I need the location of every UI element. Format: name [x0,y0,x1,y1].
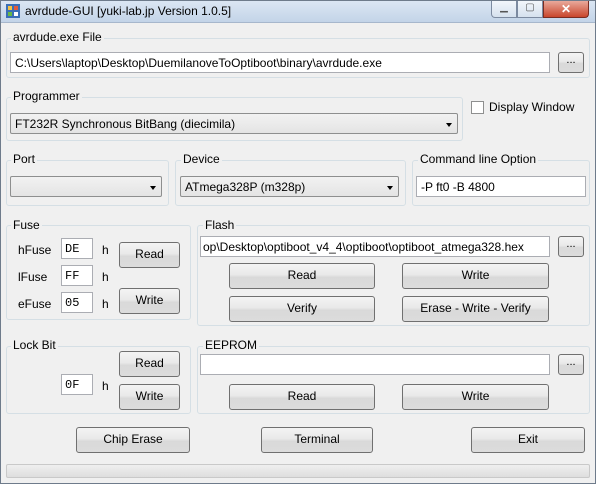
eeprom-read-button[interactable]: Read [229,384,375,410]
flash-browse-button[interactable]: ... [558,236,584,257]
hfuse-label: hFuse [18,243,52,257]
chevron-down-icon [150,186,156,190]
exit-button[interactable]: Exit [471,427,585,453]
hfuse-field[interactable]: DE [61,238,93,259]
display-window-checkbox[interactable] [471,101,484,114]
lock-bit-write-button[interactable]: Write [119,384,180,410]
avrdude-browse-button[interactable]: ... [558,52,584,73]
flash-erase-write-verify-button[interactable]: Erase - Write - Verify [402,296,549,322]
flash-path-field[interactable]: op\Desktop\optiboot_v4_4\optiboot\optibo… [200,236,550,257]
programmer-select[interactable]: FT232R Synchronous BitBang (diecimila) [10,113,458,134]
device-selected-value: ATmega328P (m328p) [185,180,306,194]
eeprom-write-button[interactable]: Write [402,384,549,410]
lfuse-label: lFuse [18,270,48,284]
fuse-read-button[interactable]: Read [119,242,180,268]
flash-read-button[interactable]: Read [229,263,375,289]
port-select[interactable] [10,176,162,197]
programmer-selected-value: FT232R Synchronous BitBang (diecimila) [15,117,236,131]
eeprom-path-field[interactable] [200,354,550,375]
minimize-icon: ▁ [500,2,508,13]
close-icon: ✕ [560,2,572,16]
eeprom-group-label: EEPROM [203,338,260,352]
display-window-label[interactable]: Display Window [489,100,574,114]
maximize-button[interactable]: ▢ [517,1,543,18]
flash-group-label: Flash [203,218,237,232]
lock-bit-group-label: Lock Bit [11,338,58,352]
chip-erase-button[interactable]: Chip Erase [76,427,190,453]
avrdude-file-group-label: avrdude.exe File [11,30,104,44]
lock-bit-hex-suffix: h [102,379,109,393]
flash-write-button[interactable]: Write [402,263,549,289]
device-group-label: Device [181,152,222,166]
command-line-field[interactable]: -P ft0 -B 4800 [416,176,586,197]
efuse-field[interactable]: 05 [61,292,93,313]
hfuse-hex-suffix: h [102,243,109,257]
title-bar[interactable]: avrdude-GUI [yuki-lab.jp Version 1.0.5] … [1,1,595,23]
maximize-icon: ▢ [525,2,535,13]
chevron-down-icon [387,186,393,190]
programmer-group-label: Programmer [11,89,82,103]
device-select[interactable]: ATmega328P (m328p) [180,176,399,197]
port-group-label: Port [11,152,38,166]
lock-bit-field[interactable]: 0F [61,374,93,395]
progress-bar [6,464,590,478]
minimize-button[interactable]: ▁ [491,1,517,18]
main-window: avrdude-GUI [yuki-lab.jp Version 1.0.5] … [0,0,596,484]
efuse-hex-suffix: h [102,297,109,311]
lfuse-hex-suffix: h [102,270,109,284]
eeprom-browse-button[interactable]: ... [558,354,584,375]
flash-verify-button[interactable]: Verify [229,296,375,322]
avrdude-path-field[interactable]: C:\Users\laptop\Desktop\DuemilanoveToOpt… [10,52,550,73]
fuse-write-button[interactable]: Write [119,288,180,314]
window-title: avrdude-GUI [yuki-lab.jp Version 1.0.5] [25,4,232,18]
close-button[interactable]: ✕ [543,1,589,18]
efuse-label: eFuse [18,297,52,311]
fuse-group-label: Fuse [11,218,42,232]
app-icon [6,4,20,18]
lock-bit-read-button[interactable]: Read [119,351,180,377]
terminal-button[interactable]: Terminal [261,427,373,453]
command-line-group-label: Command line Option [418,152,539,166]
chevron-down-icon [446,123,452,127]
lfuse-field[interactable]: FF [61,265,93,286]
